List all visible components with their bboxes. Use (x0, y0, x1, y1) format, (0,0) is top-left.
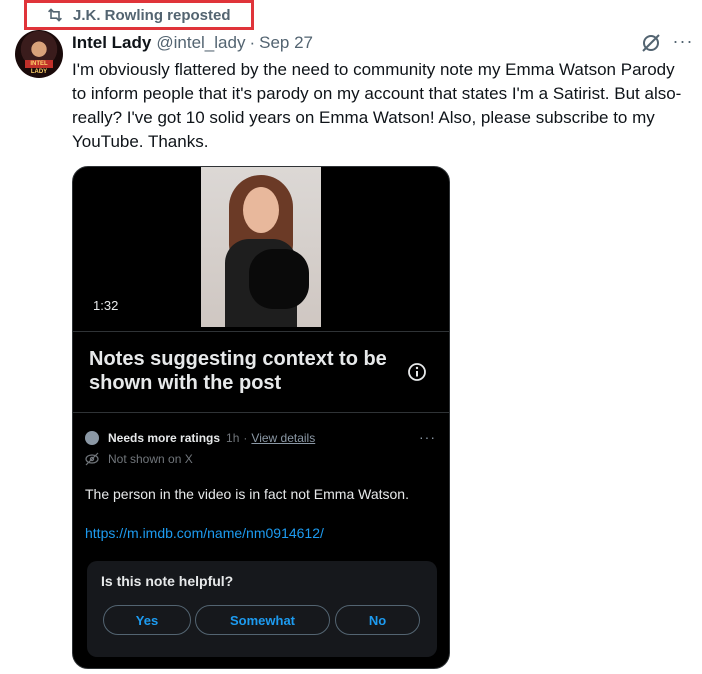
status-separator: · (243, 431, 248, 445)
divider (73, 331, 449, 332)
tweet-date[interactable]: Sep 27 (259, 33, 313, 53)
info-icon[interactable] (407, 362, 427, 382)
tweet-text: I'm obviously flattered by the need to c… (72, 60, 682, 151)
no-button[interactable]: No (335, 605, 420, 635)
note-more-icon[interactable]: ··· (419, 429, 436, 445)
video-duration: 1:32 (93, 298, 119, 313)
visibility-label: Not shown on X (108, 452, 193, 466)
divider (73, 412, 449, 413)
visibility-row: Not shown on X (85, 452, 193, 466)
note-source-link[interactable]: https://m.imdb.com/name/nm0914612/ (85, 525, 324, 541)
helpful-question: Is this note helpful? (101, 573, 234, 589)
helpful-prompt: Is this note helpful? Yes Somewhat No (87, 561, 437, 657)
tweet-header: Intel Lady @intel_lady · Sep 27 (72, 32, 313, 54)
note-time: 1h (226, 431, 240, 445)
header-separator: · (249, 33, 256, 52)
eye-off-icon (85, 452, 99, 466)
somewhat-button[interactable]: Somewhat (195, 605, 330, 635)
author-name[interactable]: Intel Lady (72, 33, 151, 53)
status-dot-icon (85, 431, 99, 445)
avatar[interactable]: INTEL LADY (15, 30, 63, 78)
note-status: Needs more ratings (108, 431, 221, 445)
repost-label: J.K. Rowling reposted (73, 6, 231, 24)
repost-banner[interactable]: J.K. Rowling reposted (24, 0, 254, 30)
author-handle[interactable]: @intel_lady (156, 33, 245, 53)
repost-icon (48, 8, 62, 22)
avatar-logo: INTEL LADY (25, 60, 53, 75)
video-thumbnail[interactable] (201, 167, 321, 327)
community-notes-card: 1:32 Notes suggesting context to be show… (72, 166, 450, 669)
note-text: The person in the video is in fact not E… (85, 486, 409, 502)
notes-title: Notes suggesting context to be shown wit… (89, 348, 387, 394)
yes-button[interactable]: Yes (103, 605, 191, 635)
grok-icon[interactable] (640, 32, 662, 54)
microphone (249, 249, 309, 309)
more-options-icon[interactable]: ··· (672, 32, 694, 54)
note-status-row: Needs more ratings 1h · View details (85, 431, 315, 445)
view-details-link[interactable]: View details (251, 431, 315, 445)
